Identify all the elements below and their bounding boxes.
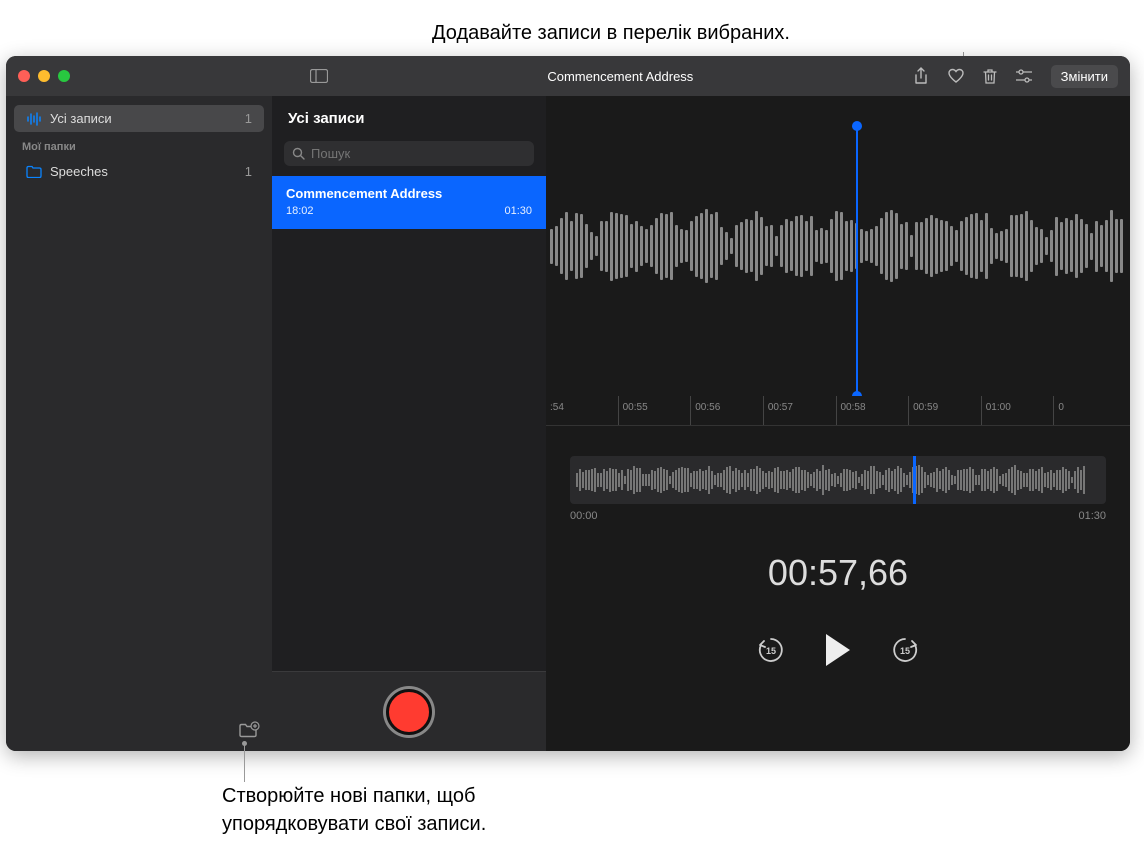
mini-playhead[interactable] (913, 456, 916, 504)
toolbar-right: Змінити (913, 65, 1118, 88)
sidebar-footer (6, 709, 272, 751)
sidebar-item-count: 1 (245, 111, 252, 126)
sidebar-icon (310, 69, 328, 83)
recordings-list-panel: Усі записи Commencement Address 18:02 01… (272, 96, 546, 751)
sidebar: Усі записи 1 Мої папки Speeches 1 (6, 96, 272, 751)
maximize-window-button[interactable] (58, 70, 70, 82)
settings-button[interactable] (1015, 69, 1033, 83)
skip-back-button[interactable]: 15 (756, 635, 786, 665)
svg-text:15: 15 (766, 646, 776, 656)
folder-icon (26, 165, 42, 178)
skip-forward-icon: 15 (890, 635, 920, 665)
mini-waveform[interactable] (570, 456, 1106, 504)
ruler-tick: 01:00 (981, 396, 1054, 425)
search-icon (292, 147, 305, 160)
search-input[interactable] (311, 146, 526, 161)
waveform-main[interactable] (546, 96, 1130, 396)
overview-end-time: 01:30 (1078, 510, 1106, 522)
play-icon (826, 634, 850, 666)
ruler-tick: :54 (550, 396, 618, 425)
timeline-ruler: :5400:5500:5600:5700:5800:5901:000 (546, 396, 1130, 426)
recording-time: 18:02 (286, 205, 314, 217)
ruler-tick: 00:56 (690, 396, 763, 425)
detail-panel: :5400:5500:5600:5700:5800:5901:000 00:00… (546, 96, 1130, 751)
svg-text:15: 15 (900, 646, 910, 656)
app-window: Commencement Address Змінити (6, 56, 1130, 751)
current-time-display: 00:57,66 (546, 552, 1130, 594)
record-button[interactable] (386, 689, 432, 735)
minimize-window-button[interactable] (38, 70, 50, 82)
overview-section: 00:00 01:30 (546, 426, 1130, 532)
close-window-button[interactable] (18, 70, 30, 82)
sidebar-item-label: Усі записи (50, 111, 245, 126)
window-title: Commencement Address (328, 69, 913, 84)
skip-forward-button[interactable]: 15 (890, 635, 920, 665)
title-bar: Commencement Address Змінити (6, 56, 1130, 96)
recording-meta: 18:02 01:30 (286, 205, 532, 217)
skip-back-icon: 15 (756, 635, 786, 665)
sliders-icon (1015, 69, 1033, 83)
overview-times: 00:00 01:30 (570, 510, 1106, 522)
playback-controls: 15 15 (546, 614, 1130, 696)
share-icon (913, 67, 929, 85)
sidebar-item-label: Speeches (50, 164, 245, 179)
sidebar-toggle-button[interactable] (310, 69, 328, 83)
heart-icon (947, 68, 965, 84)
delete-button[interactable] (983, 68, 997, 85)
record-footer (272, 671, 546, 751)
callout-line (244, 743, 245, 782)
search-box[interactable] (284, 141, 534, 166)
ruler-tick: 00:58 (836, 396, 909, 425)
edit-button[interactable]: Змінити (1051, 65, 1118, 88)
traffic-lights (18, 70, 70, 82)
waveform-icon (26, 112, 42, 126)
ruler-tick: 00:57 (763, 396, 836, 425)
list-header: Усі записи (272, 96, 546, 135)
new-folder-icon (238, 721, 260, 739)
favorite-button[interactable] (947, 68, 965, 84)
callout-favorites: Додавайте записи в перелік вибраних. (432, 22, 790, 45)
trash-icon (983, 68, 997, 85)
sidebar-item-count: 1 (245, 164, 252, 179)
sidebar-section-header: Мої папки (6, 133, 272, 157)
ruler-tick: 0 (1053, 396, 1126, 425)
playhead[interactable] (856, 126, 858, 396)
recording-list-item[interactable]: Commencement Address 18:02 01:30 (272, 176, 546, 229)
callout-text-line: Створюйте нові папки, щоб (222, 782, 486, 810)
main-area: Усі записи 1 Мої папки Speeches 1 Усі за… (6, 96, 1130, 751)
recording-duration: 01:30 (504, 205, 532, 217)
ruler-tick: 00:55 (618, 396, 691, 425)
callout-new-folder: Створюйте нові папки, щоб упорядковувати… (222, 782, 486, 838)
play-button[interactable] (826, 634, 850, 666)
sidebar-item-all-recordings[interactable]: Усі записи 1 (14, 105, 264, 132)
ruler-tick: 00:59 (908, 396, 981, 425)
overview-start-time: 00:00 (570, 510, 598, 522)
recording-title: Commencement Address (286, 186, 532, 201)
share-button[interactable] (913, 67, 929, 85)
sidebar-item-folder[interactable]: Speeches 1 (14, 158, 264, 185)
callout-text-line: упорядковувати свої записи. (222, 810, 486, 838)
new-folder-button[interactable] (238, 721, 260, 739)
